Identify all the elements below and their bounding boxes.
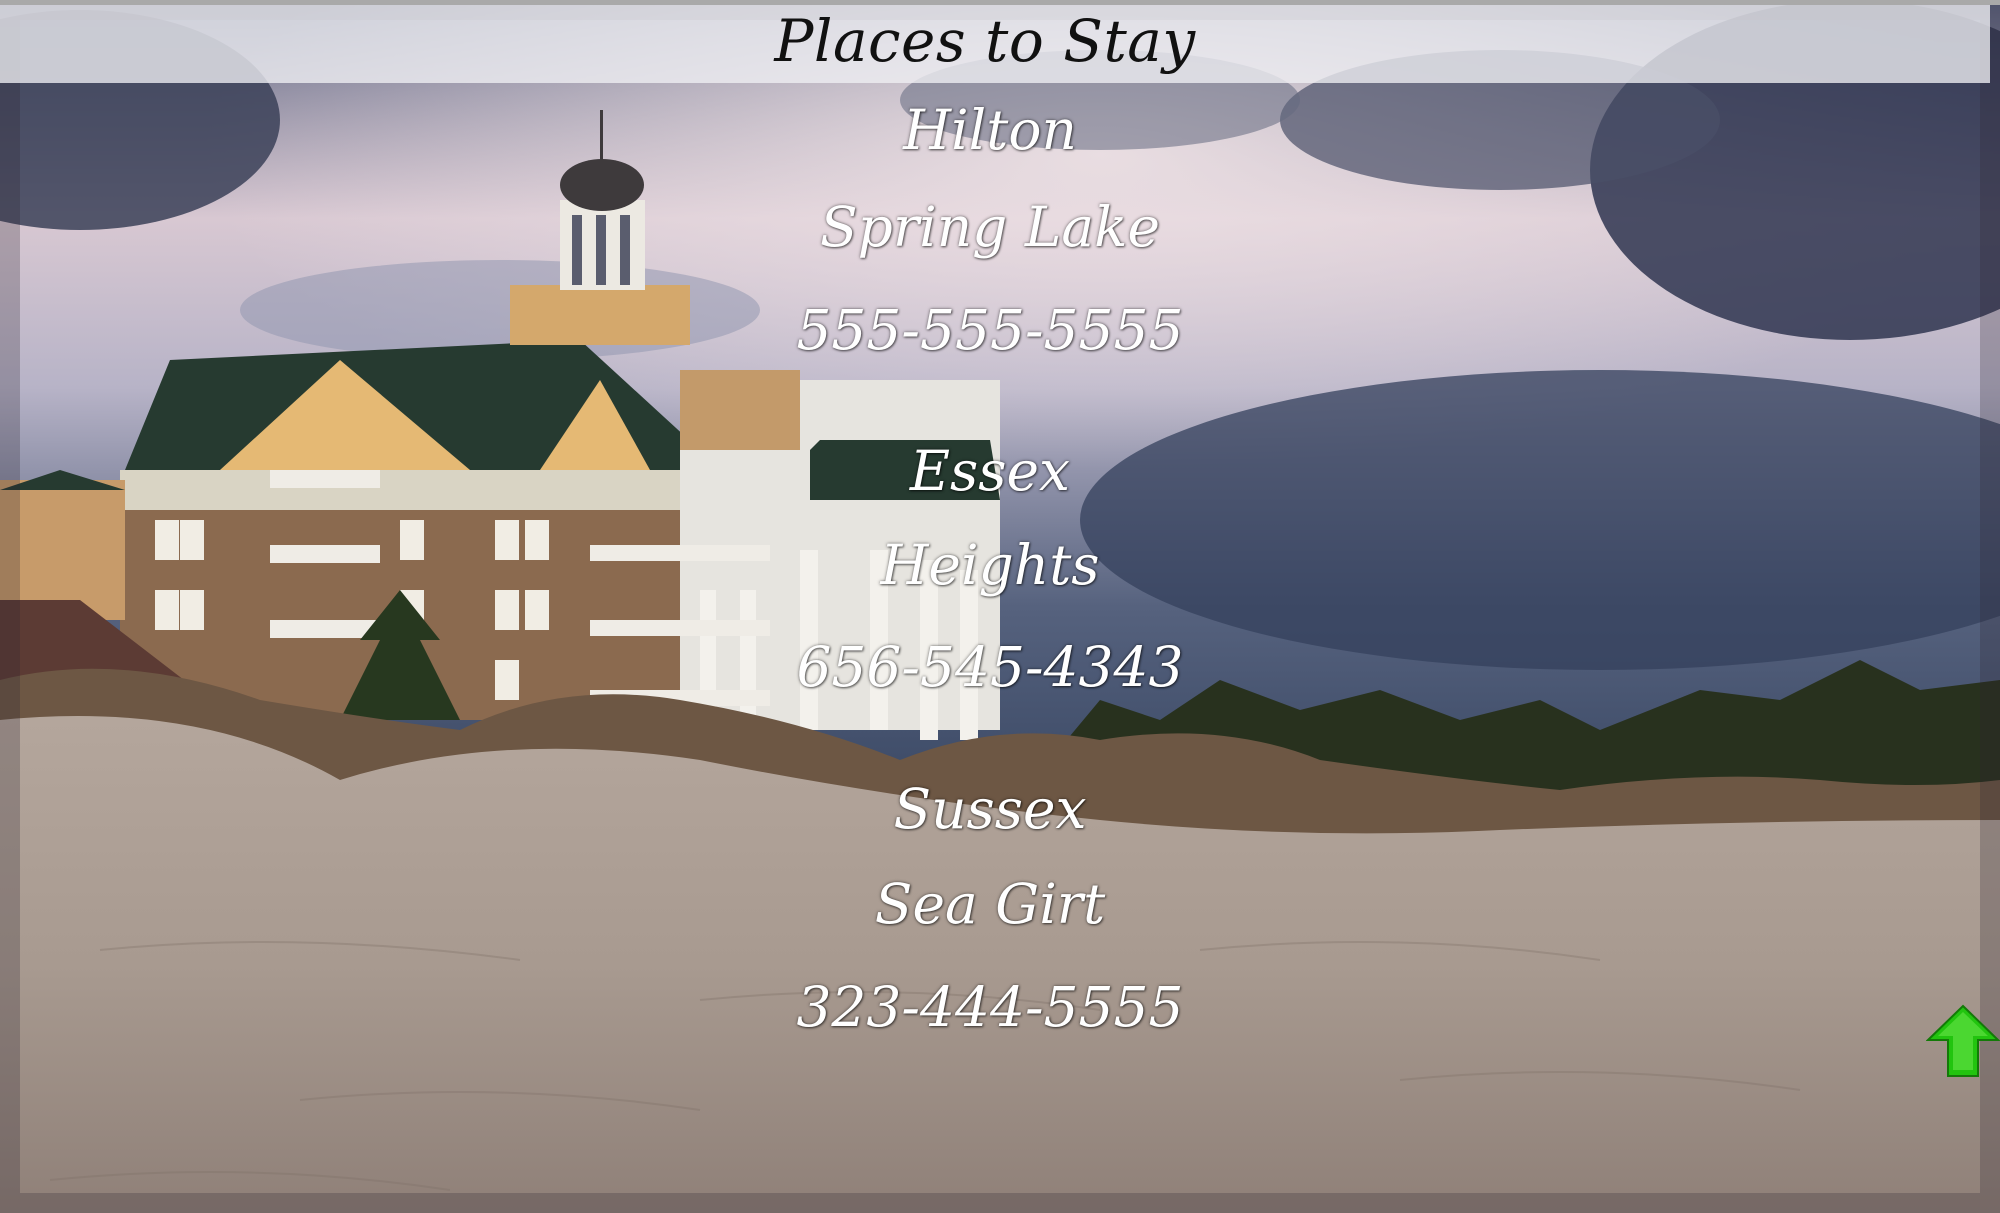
up-arrow-icon	[1925, 1004, 2000, 1077]
listing-location: Sea Girt	[874, 872, 1106, 936]
listing-name: Hilton	[903, 98, 1077, 162]
listing-location: Heights	[880, 533, 1100, 597]
listing-phone: 656-545-4343	[796, 635, 1184, 699]
listing-name: Essex	[909, 439, 1071, 503]
listing-location: Spring Lake	[819, 195, 1161, 259]
listing-name: Sussex	[893, 777, 1087, 841]
listing-phone: 323-444-5555	[796, 975, 1184, 1039]
listing-phone: 555-555-5555	[796, 298, 1184, 362]
listings-list: Hilton Spring Lake 555-555-5555 Essex He…	[0, 0, 2000, 1213]
back-to-top-button[interactable]	[1925, 1004, 2000, 1078]
